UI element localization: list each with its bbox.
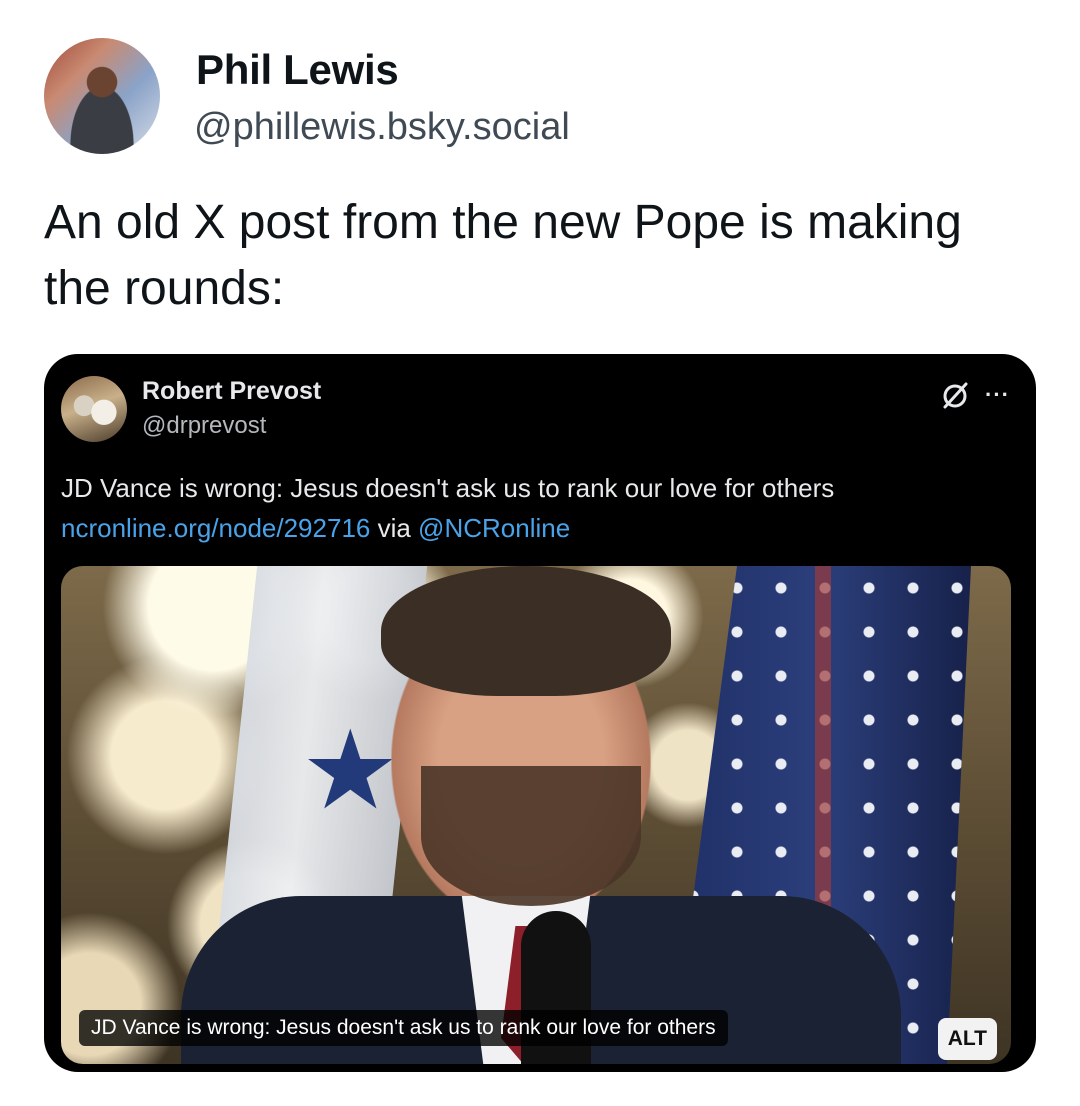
more-dots-icon[interactable]: ··· — [985, 384, 1010, 406]
quoted-author-name[interactable]: Robert Prevost — [142, 377, 321, 406]
quoted-author-avatar[interactable] — [61, 376, 127, 442]
author-name[interactable]: Phil Lewis — [196, 46, 399, 94]
alt-text-button[interactable]: ALT — [937, 1018, 997, 1060]
via-handle-link[interactable]: @NCRonline — [418, 513, 570, 543]
media-caption: JD Vance is wrong: Jesus doesn't ask us … — [79, 1010, 728, 1046]
post-header: Phil Lewis @phillewis.bsky.social — [44, 38, 944, 154]
quoted-post-media[interactable]: ★ JD Vance is wrong: Jesus doesn't ask u… — [61, 566, 1011, 1064]
person-beard — [421, 766, 641, 906]
quoted-post-main-text: JD Vance is wrong: Jesus doesn't ask us … — [61, 473, 835, 503]
quoted-post-text: JD Vance is wrong: Jesus doesn't ask us … — [61, 468, 1021, 548]
quoted-post-card[interactable]: Robert Prevost @drprevost ··· JD Vance i… — [44, 354, 1036, 1072]
article-link[interactable]: ncronline.org/node/292716 — [61, 513, 370, 543]
flag-star: ★ — [301, 709, 400, 832]
quoted-post-actions: ··· — [939, 378, 1010, 412]
post-text: An old X post from the new Pope is makin… — [44, 196, 962, 315]
grok-icon[interactable] — [939, 379, 971, 411]
avatar[interactable] — [44, 38, 160, 154]
person-hair — [381, 566, 671, 696]
author-handle[interactable]: @phillewis.bsky.social — [194, 106, 570, 149]
quoted-author-handle[interactable]: @drprevost — [142, 412, 266, 440]
via-text: via — [370, 513, 419, 543]
